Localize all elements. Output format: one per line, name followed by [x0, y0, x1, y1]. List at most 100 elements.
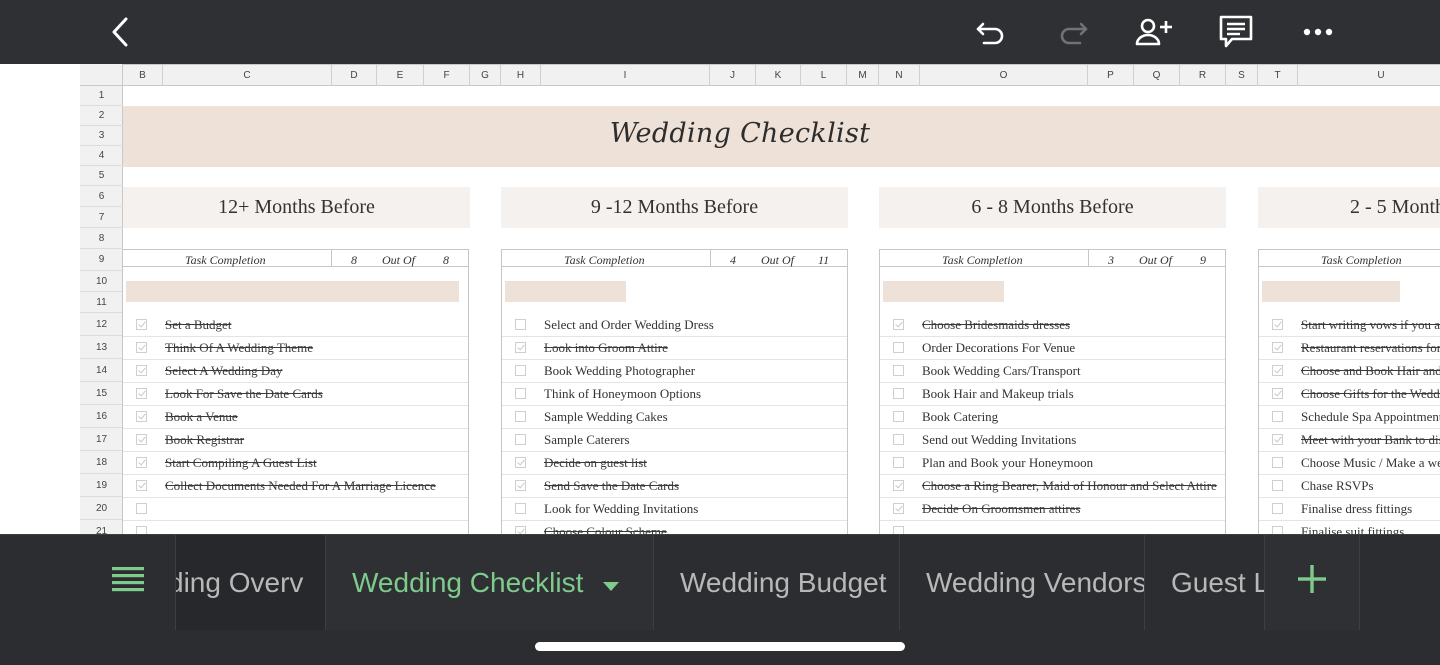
task-text[interactable]: Choose Gifts for the Wedding	[1301, 386, 1440, 402]
column-header-cell[interactable]: U	[1298, 65, 1440, 86]
row-header-cell[interactable]: 16	[80, 405, 123, 428]
checkbox-checked[interactable]	[515, 480, 526, 491]
task-text[interactable]: Finalise suit fittings	[1301, 524, 1404, 534]
checkbox-checked[interactable]	[136, 388, 147, 399]
checkbox-checked[interactable]	[136, 434, 147, 445]
column-header-cell[interactable]: P	[1088, 65, 1134, 86]
task-text[interactable]: Choose Music / Make a wedding	[1301, 455, 1440, 471]
checkbox-checked[interactable]	[136, 411, 147, 422]
column-header-cell[interactable]: Q	[1134, 65, 1180, 86]
checkbox[interactable]	[893, 388, 904, 399]
row-header-cell[interactable]: 20	[80, 497, 123, 520]
task-text[interactable]: Send Save the Date Cards	[544, 478, 679, 494]
task-text[interactable]: Start Compiling A Guest List	[165, 455, 317, 471]
undo-button[interactable]	[969, 12, 1013, 52]
section-title[interactable]: 12+ Months Before	[123, 187, 470, 228]
row-header-cell[interactable]: 7	[80, 207, 123, 228]
task-text[interactable]: Send out Wedding Invitations	[922, 432, 1076, 448]
section-title[interactable]: 2 - 5 Months Before	[1258, 187, 1440, 228]
checkbox-checked[interactable]	[893, 503, 904, 514]
task-text[interactable]: Think of Honeymoon Options	[544, 386, 701, 402]
checkbox[interactable]	[1272, 457, 1283, 468]
column-header-cell[interactable]: T	[1258, 65, 1298, 86]
checkbox-checked[interactable]	[136, 365, 147, 376]
checkbox[interactable]	[893, 526, 904, 534]
task-text[interactable]: Select A Wedding Day	[165, 363, 283, 379]
task-text[interactable]: Plan and Book your Honeymoon	[922, 455, 1093, 471]
checkbox[interactable]	[136, 503, 147, 514]
tab-wedding-checklist[interactable]: Wedding Checklist	[326, 535, 654, 630]
row-header-cell[interactable]: 19	[80, 474, 123, 497]
column-header-cell[interactable]: D	[332, 65, 377, 86]
task-text[interactable]: Book Catering	[922, 409, 998, 425]
sheet-list-button[interactable]	[80, 535, 176, 630]
column-header-cell[interactable]: R	[1180, 65, 1226, 86]
task-text[interactable]: Choose a Ring Bearer, Maid of Honour and…	[922, 478, 1217, 494]
tab-guest-list[interactable]: Guest List	[1145, 535, 1265, 630]
task-text[interactable]: Decide on guest list	[544, 455, 647, 471]
checkbox[interactable]	[1272, 526, 1283, 534]
row-header-cell[interactable]: 12	[80, 313, 123, 336]
column-header-cell[interactable]: K	[756, 65, 801, 86]
checkbox[interactable]	[893, 434, 904, 445]
checkbox[interactable]	[515, 319, 526, 330]
checkbox-checked[interactable]	[893, 319, 904, 330]
row-header-cell[interactable]: 6	[80, 186, 123, 207]
row-header-cell[interactable]: 5	[80, 166, 123, 186]
checkbox-checked[interactable]	[893, 480, 904, 491]
task-text[interactable]: Look For Save the Date Cards	[165, 386, 323, 402]
checklist-banner[interactable]: Wedding Checklist	[123, 106, 1440, 167]
row-header-cell[interactable]: 8	[80, 228, 123, 249]
share-button[interactable]	[1132, 12, 1176, 52]
checkbox[interactable]	[893, 411, 904, 422]
task-text[interactable]: Meet with your Bank to discuss	[1301, 432, 1440, 448]
checkbox[interactable]	[1272, 503, 1283, 514]
checkbox[interactable]	[893, 365, 904, 376]
task-text[interactable]: Choose and Book Hair and	[1301, 363, 1440, 379]
section-title[interactable]: 6 - 8 Months Before	[879, 187, 1226, 228]
checkbox-checked[interactable]	[1272, 388, 1283, 399]
row-header-cell[interactable]: 9	[80, 249, 123, 271]
column-header-cell[interactable]: S	[1226, 65, 1258, 86]
column-header-cell[interactable]: F	[424, 65, 470, 86]
column-header-cell[interactable]: C	[163, 65, 332, 86]
checkbox-checked[interactable]	[1272, 319, 1283, 330]
checkbox[interactable]	[515, 411, 526, 422]
row-header-cell[interactable]: 18	[80, 451, 123, 474]
checkbox-checked[interactable]	[515, 526, 526, 534]
task-text[interactable]: Book Registrar	[165, 432, 244, 448]
row-header-cell[interactable]: 21	[80, 520, 123, 535]
checkbox[interactable]	[515, 434, 526, 445]
task-text[interactable]: Set a Budget	[165, 317, 231, 333]
checkbox[interactable]	[515, 503, 526, 514]
task-text[interactable]: Finalise dress fittings	[1301, 501, 1412, 517]
column-header-cell[interactable]: I	[541, 65, 710, 86]
task-text[interactable]: Sample Caterers	[544, 432, 630, 448]
checkbox-checked[interactable]	[136, 342, 147, 353]
column-header-cell[interactable]: E	[377, 65, 424, 86]
row-header-cell[interactable]: 11	[80, 292, 123, 313]
task-text[interactable]: Look for Wedding Invitations	[544, 501, 698, 517]
redo-button[interactable]	[1051, 12, 1095, 52]
checkbox[interactable]	[893, 457, 904, 468]
row-header-cell[interactable]: 1	[80, 86, 123, 106]
task-text[interactable]: Chase RSVPs	[1301, 478, 1374, 494]
task-text[interactable]: Book Hair and Makeup trials	[922, 386, 1074, 402]
back-button[interactable]	[98, 12, 142, 52]
checkbox[interactable]	[515, 365, 526, 376]
task-text[interactable]: Schedule Spa Appointments	[1301, 409, 1440, 425]
task-text[interactable]: Restaurant reservations for	[1301, 340, 1440, 356]
task-text[interactable]: Start writing vows if you are	[1301, 317, 1440, 333]
task-text[interactable]: Think Of A Wedding Theme	[165, 340, 313, 356]
checkbox[interactable]	[1272, 480, 1283, 491]
more-button[interactable]	[1296, 12, 1340, 52]
task-text[interactable]: Look into Groom Attire	[544, 340, 668, 356]
task-text[interactable]: Decide On Groomsmen attires	[922, 501, 1080, 517]
checkbox[interactable]	[893, 342, 904, 353]
checkbox-checked[interactable]	[1272, 365, 1283, 376]
column-header-cell[interactable]: G	[470, 65, 501, 86]
comment-button[interactable]	[1214, 12, 1258, 52]
row-header-cell[interactable]: 10	[80, 271, 123, 292]
add-sheet-button[interactable]	[1265, 535, 1360, 630]
checkbox-checked[interactable]	[1272, 434, 1283, 445]
